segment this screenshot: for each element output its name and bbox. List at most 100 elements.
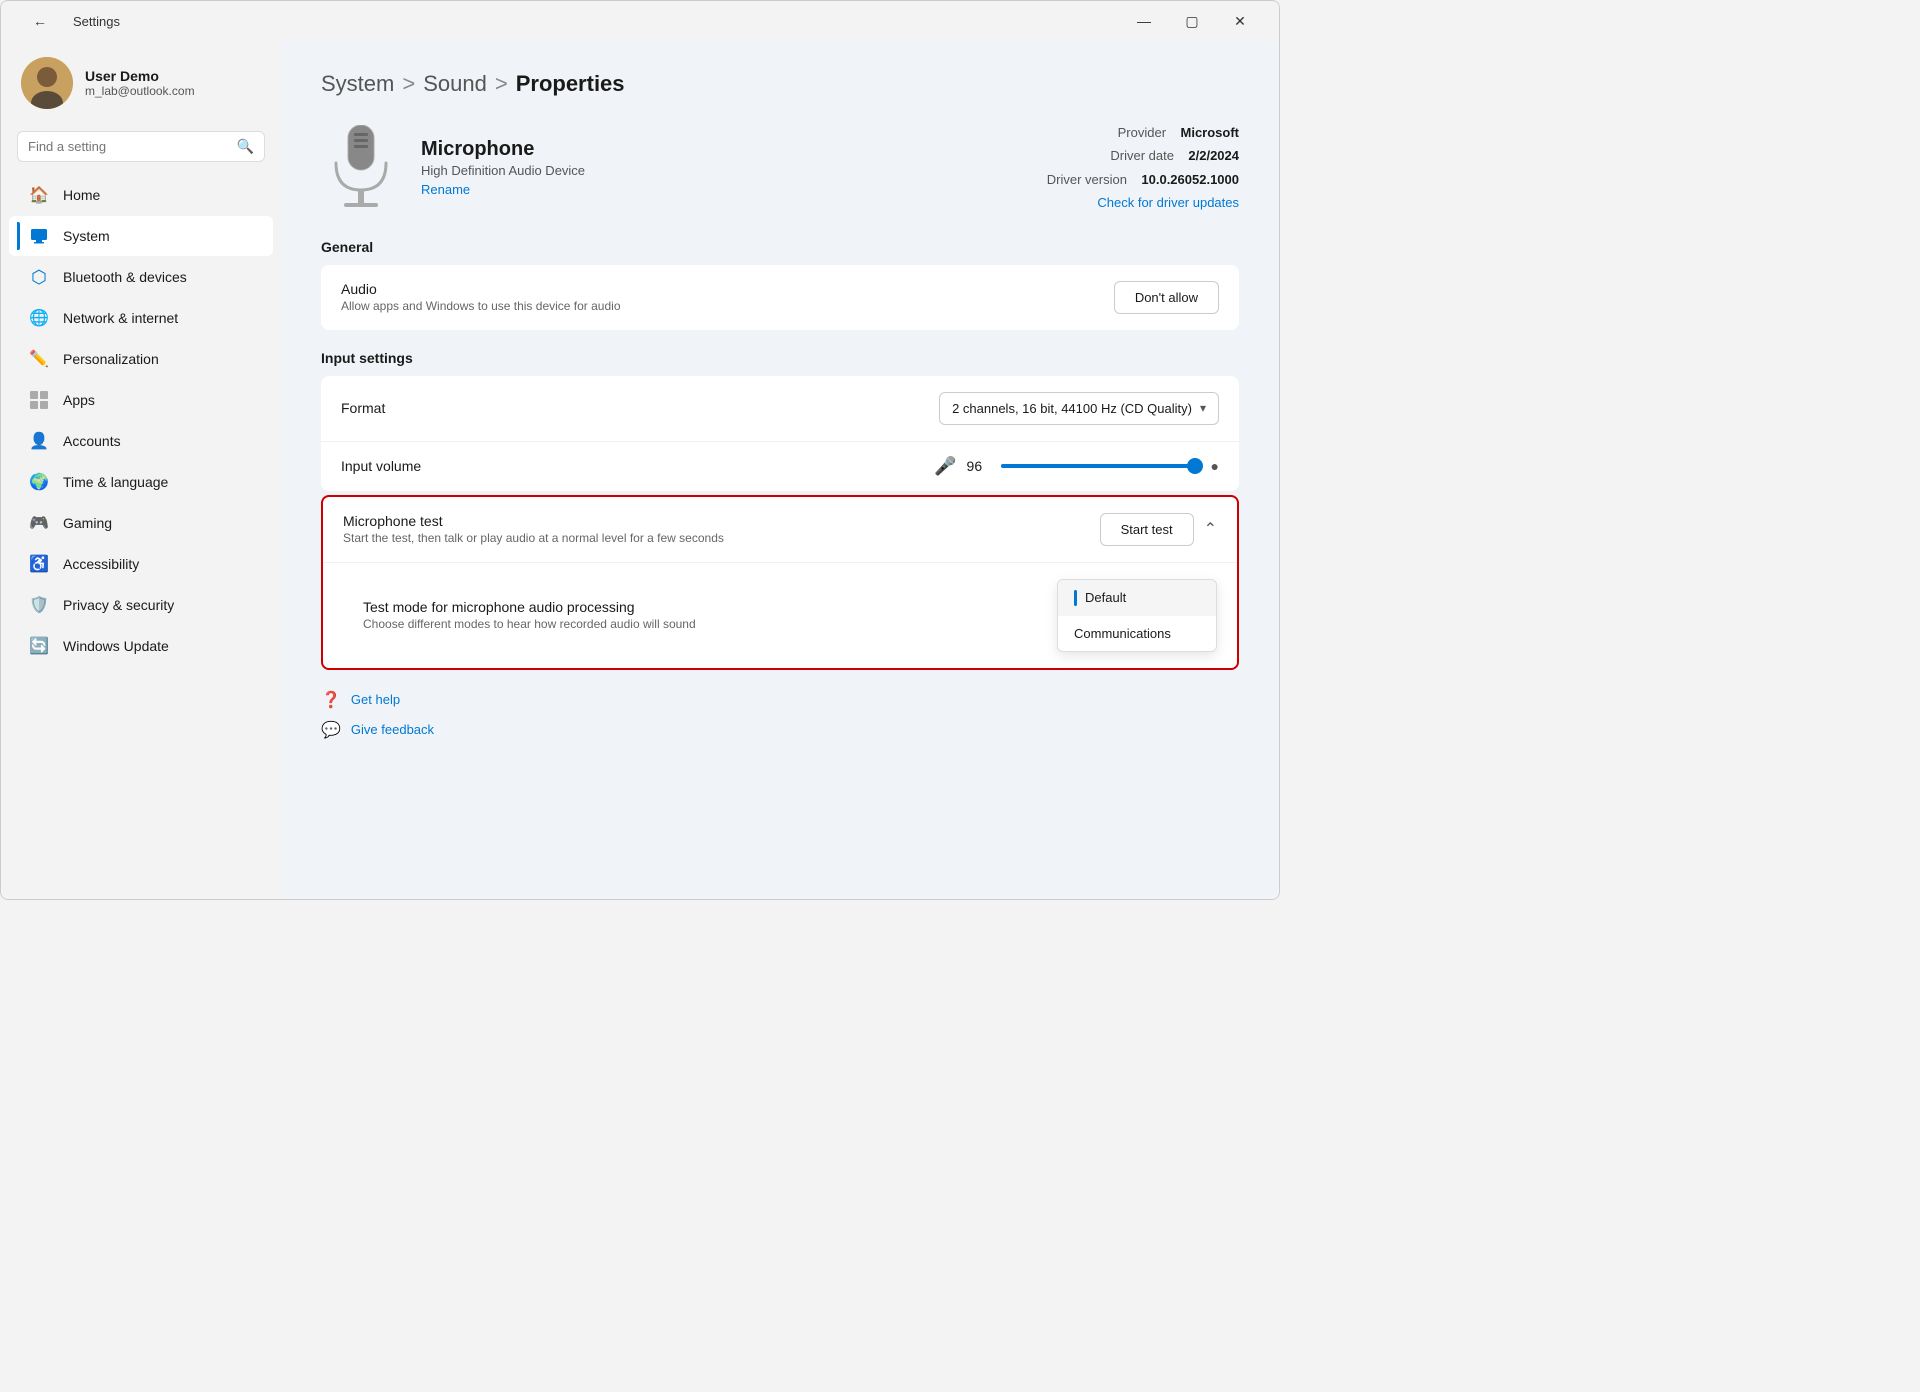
get-help-label: Get help [351, 692, 400, 707]
breadcrumb-sep1: > [402, 71, 415, 97]
volume-slider-fill [1001, 464, 1193, 468]
sidebar-item-label: Privacy & security [63, 597, 174, 613]
dont-allow-button[interactable]: Don't allow [1114, 281, 1219, 314]
audio-subtitle: Allow apps and Windows to use this devic… [341, 299, 1094, 313]
mic-test-info: Microphone test Start the test, then tal… [343, 513, 1100, 545]
mic-test-subtitle: Start the test, then talk or play audio … [343, 531, 1100, 545]
main-content: System > Sound > Properties [281, 41, 1279, 899]
audio-row: Audio Allow apps and Windows to use this… [321, 265, 1239, 330]
sidebar-item-personalization[interactable]: ✏️ Personalization [9, 339, 273, 379]
sidebar-item-accounts[interactable]: 👤 Accounts [9, 421, 273, 461]
sidebar-item-label: Gaming [63, 515, 112, 531]
user-profile[interactable]: User Demo m_lab@outlook.com [1, 41, 281, 125]
test-mode-title: Test mode for microphone audio processin… [363, 599, 1037, 615]
sidebar-item-network[interactable]: 🌐 Network & internet [9, 298, 273, 338]
rename-link[interactable]: Rename [421, 182, 1027, 197]
device-icon-container [321, 123, 401, 213]
back-button[interactable]: ← [17, 5, 63, 37]
audio-title: Audio [341, 281, 1094, 297]
sidebar-item-label: Accounts [63, 433, 121, 449]
sidebar: User Demo m_lab@outlook.com 🔍 🏠 Home [1, 41, 281, 899]
sidebar-item-time[interactable]: 🌍 Time & language [9, 462, 273, 502]
volume-slider-thumb[interactable] [1187, 458, 1203, 474]
mic-test-header: Microphone test Start the test, then tal… [323, 497, 1237, 563]
minimize-button[interactable]: — [1121, 5, 1167, 37]
user-info: User Demo m_lab@outlook.com [85, 68, 195, 98]
sidebar-item-windows-update[interactable]: 🔄 Windows Update [9, 626, 273, 666]
format-label: Format [341, 400, 919, 416]
volume-slider-track [1001, 464, 1201, 468]
accounts-icon: 👤 [29, 431, 49, 451]
mic-test-section: Microphone test Start the test, then tal… [321, 495, 1239, 670]
start-test-button[interactable]: Start test [1100, 513, 1194, 546]
close-button[interactable]: ✕ [1217, 5, 1263, 37]
format-value: 2 channels, 16 bit, 44100 Hz (CD Quality… [952, 401, 1192, 416]
maximize-button[interactable]: ▢ [1169, 5, 1215, 37]
mic-test-title: Microphone test [343, 513, 1100, 529]
chevron-down-icon: ▾ [1200, 401, 1206, 415]
driver-version-value: 10.0.26052.1000 [1141, 172, 1239, 187]
windows-update-icon: 🔄 [29, 636, 49, 656]
titlebar: ← Settings — ▢ ✕ [1, 1, 1279, 41]
sidebar-item-bluetooth[interactable]: ⬡ Bluetooth & devices [9, 257, 273, 297]
network-icon: 🌐 [29, 308, 49, 328]
sidebar-item-system[interactable]: System [9, 216, 273, 256]
dropdown-item-default[interactable]: Default [1058, 580, 1216, 616]
volume-label: Input volume [341, 458, 920, 474]
input-settings-card: Format 2 channels, 16 bit, 44100 Hz (CD … [321, 376, 1239, 491]
driver-info: Provider Microsoft Driver date 2/2/2024 … [1047, 121, 1239, 215]
dropdown-option-communications: Communications [1074, 626, 1171, 641]
sidebar-item-label: Apps [63, 392, 95, 408]
window-title: Settings [73, 14, 120, 29]
general-section-header: General [321, 239, 1239, 255]
sidebar-item-home[interactable]: 🏠 Home [9, 175, 273, 215]
titlebar-controls: — ▢ ✕ [1121, 5, 1263, 37]
sidebar-item-apps[interactable]: Apps [9, 380, 273, 420]
get-help-link[interactable]: ❓ Get help [321, 690, 1239, 710]
test-mode-info: Test mode for microphone audio processin… [363, 599, 1037, 631]
sidebar-item-privacy[interactable]: 🛡️ Privacy & security [9, 585, 273, 625]
breadcrumb: System > Sound > Properties [321, 71, 1239, 97]
give-feedback-link[interactable]: 💬 Give feedback [321, 720, 1239, 740]
privacy-icon: 🛡️ [29, 595, 49, 615]
test-mode-subtitle: Choose different modes to hear how recor… [363, 617, 1037, 631]
search-icon: 🔍 [237, 138, 254, 155]
device-header: Microphone High Definition Audio Device … [321, 121, 1239, 215]
volume-end-icon: ● [1211, 458, 1219, 474]
audio-action: Don't allow [1114, 281, 1219, 314]
provider-value: Microsoft [1181, 125, 1240, 140]
sidebar-item-label: Network & internet [63, 310, 178, 326]
sidebar-item-label: Home [63, 187, 100, 203]
provider-label: Provider [1118, 125, 1166, 140]
search-input[interactable] [28, 139, 229, 154]
content-area: User Demo m_lab@outlook.com 🔍 🏠 Home [1, 41, 1279, 899]
bottom-links: ❓ Get help 💬 Give feedback [321, 690, 1239, 740]
home-icon: 🏠 [29, 185, 49, 205]
sidebar-item-label: Personalization [63, 351, 159, 367]
device-info: Microphone High Definition Audio Device … [421, 138, 1027, 197]
volume-number: 96 [967, 458, 991, 474]
sidebar-item-label: Bluetooth & devices [63, 269, 187, 285]
user-name: User Demo [85, 68, 195, 84]
microphone-device-icon [326, 125, 396, 210]
dropdown-item-communications[interactable]: Communications [1058, 616, 1216, 651]
sidebar-item-gaming[interactable]: 🎮 Gaming [9, 503, 273, 543]
breadcrumb-properties: Properties [516, 71, 625, 97]
format-action: 2 channels, 16 bit, 44100 Hz (CD Quality… [939, 392, 1219, 425]
breadcrumb-system: System [321, 71, 394, 97]
format-dropdown[interactable]: 2 channels, 16 bit, 44100 Hz (CD Quality… [939, 392, 1219, 425]
give-feedback-label: Give feedback [351, 722, 434, 737]
volume-row: Input volume 🎤 96 ● [321, 442, 1239, 491]
sidebar-item-label: System [63, 228, 110, 244]
sidebar-item-accessibility[interactable]: ♿ Accessibility [9, 544, 273, 584]
general-card: Audio Allow apps and Windows to use this… [321, 265, 1239, 330]
audio-info: Audio Allow apps and Windows to use this… [341, 281, 1094, 313]
volume-controls: 🎤 96 ● [934, 456, 1219, 477]
driver-update-link[interactable]: Check for driver updates [1097, 195, 1239, 210]
mic-test-actions: Start test ⌃ [1100, 513, 1217, 546]
titlebar-left: ← Settings [17, 5, 120, 37]
breadcrumb-sep2: > [495, 71, 508, 97]
collapse-icon[interactable]: ⌃ [1204, 519, 1217, 539]
breadcrumb-sound: Sound [423, 71, 487, 97]
sidebar-nav: 🏠 Home System ⬡ Bluetooth & de [1, 174, 281, 667]
